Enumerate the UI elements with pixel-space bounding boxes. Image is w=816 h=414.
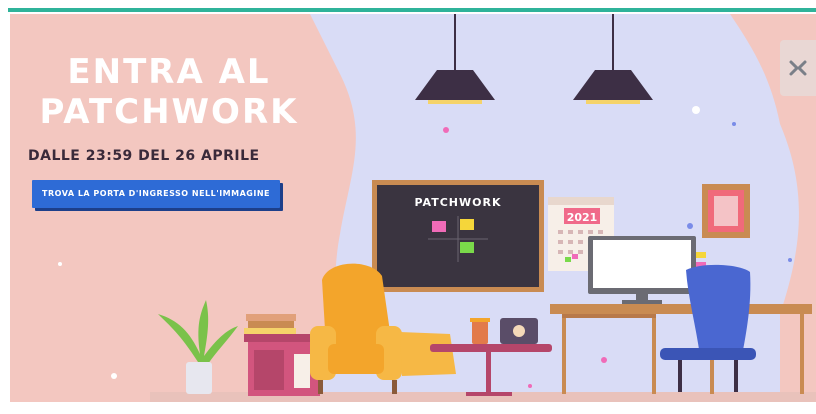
book-stack	[246, 314, 296, 321]
headline-line-2: PATCHWORK	[39, 92, 299, 132]
coffee-table	[430, 344, 552, 352]
headline-line-1: ENTRA AL	[67, 52, 271, 92]
promo-banner[interactable]: PATCHWORK 2021 ENTRA AL PATCHWORK DALLE …	[10, 14, 816, 402]
calendar-year: 2021	[567, 211, 598, 224]
event-date-subtitle: DALLE 23:59 DEL 26 APRILE	[28, 148, 260, 164]
side-tools-button[interactable]	[780, 40, 816, 96]
find-entrance-button[interactable]: TROVA LA PORTA D'INGRESSO NELL'IMMAGINE	[32, 180, 280, 208]
tools-icon	[789, 60, 807, 76]
sticky-note-green	[460, 242, 474, 253]
headline: ENTRA AL PATCHWORK	[24, 52, 314, 132]
desk-top	[550, 304, 812, 314]
top-accent-bar	[8, 8, 816, 12]
chalkboard-title: PATCHWORK	[415, 196, 502, 209]
sticky-note-yellow	[460, 219, 474, 230]
sticky-note-pink	[432, 221, 446, 232]
coffee-cup	[472, 320, 488, 344]
potted-plant	[158, 300, 238, 364]
